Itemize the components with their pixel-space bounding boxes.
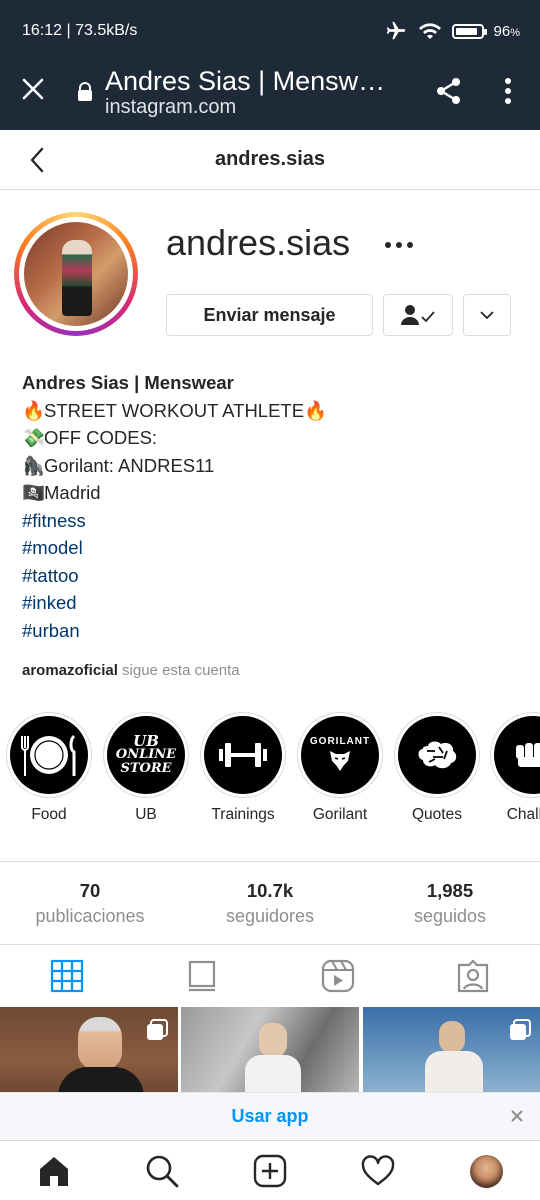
use-app-banner: Usar app [0, 1092, 540, 1140]
more-vertical-icon[interactable] [500, 76, 516, 106]
browser-page-title[interactable]: Andres Sias | Menswear (@andres.sias) • … [105, 66, 395, 97]
status-time: 16:12 | 73.5kB/s [22, 22, 138, 39]
highlight-item[interactable]: GORILANT Gorilant [297, 712, 383, 824]
pirate-flag-emoji-icon: 🏴‍☠️ [22, 482, 46, 503]
hashtag-link[interactable]: #model [22, 534, 522, 562]
dumbbell-icon [219, 743, 267, 767]
lock-icon [78, 82, 92, 101]
share-icon[interactable] [434, 76, 464, 106]
hashtag-link[interactable]: #inked [22, 589, 522, 617]
hashtag-link[interactable]: #tattoo [22, 562, 522, 590]
bio-line: 🏴‍☠️Madrid [22, 479, 522, 507]
bio-line: 🦍Gorilant: ANDRES11 [22, 452, 522, 480]
suggested-accounts-button[interactable] [463, 294, 511, 336]
highlight-label: Quotes [412, 806, 462, 823]
profile-avatar-story-ring[interactable] [14, 212, 138, 336]
profile-avatar [24, 222, 128, 326]
tagged-icon[interactable] [456, 959, 490, 993]
profile-stats: 70 publicaciones 10.7k seguidores 1,985 … [0, 861, 540, 945]
reels-icon[interactable] [321, 959, 355, 993]
status-bar: 16:12 | 73.5kB/s 96% [0, 0, 540, 62]
more-options-icon[interactable] [384, 236, 414, 254]
browser-url[interactable]: instagram.com [105, 96, 236, 119]
followed-by-note[interactable]: aromazoficial sigue esta cuenta [22, 662, 240, 679]
hashtag-link[interactable]: #urban [22, 617, 522, 645]
home-icon[interactable] [37, 1154, 71, 1188]
story-highlights: Food UB ONLINE STORE UB Trainings GORILA… [0, 712, 540, 842]
highlight-label: UB [135, 806, 157, 823]
profile-bio: Andres Sias | Menswear 🔥STREET WORKOUT A… [22, 369, 522, 644]
profile-header-bar: andres.sias [0, 130, 540, 190]
instagram-profile-page: 16:12 | 73.5kB/s 96% Andres Sias | Mensw… [0, 0, 540, 1200]
wifi-icon [418, 23, 441, 39]
profile-full-name: Andres Sias | Menswear [22, 372, 234, 393]
battery-percent: 96% [493, 22, 520, 40]
chevron-down-icon [480, 311, 494, 320]
close-icon[interactable] [510, 1109, 524, 1123]
person-check-icon [401, 305, 435, 325]
activity-heart-icon[interactable] [361, 1154, 395, 1188]
multiple-posts-icon [510, 1019, 531, 1040]
following-button[interactable] [383, 294, 453, 336]
highlight-item[interactable]: Trainings [200, 712, 286, 824]
battery-icon [451, 23, 487, 39]
highlight-item[interactable]: Food [6, 712, 92, 824]
grid-icon[interactable] [50, 959, 84, 993]
profile-tabs [0, 945, 540, 1007]
send-message-button[interactable]: Enviar mensaje [166, 294, 373, 336]
feed-icon[interactable] [185, 959, 219, 993]
post-thumbnail[interactable] [181, 1007, 359, 1095]
airplane-icon [386, 21, 405, 40]
posts-count: 70 publicaciones [35, 880, 145, 926]
gorilla-logo-icon: GORILANT [301, 716, 379, 794]
highlight-item[interactable]: UB ONLINE STORE UB [103, 712, 189, 824]
gorilla-emoji-icon: 🦍 [22, 454, 46, 476]
header-username: andres.sias [214, 148, 326, 170]
hashtag-link[interactable]: #fitness [22, 507, 522, 535]
battery-fill [455, 27, 477, 35]
followers-count[interactable]: 10.7k seguidores [180, 880, 360, 927]
posts-grid [0, 1007, 540, 1095]
plate-cutlery-icon [21, 734, 76, 776]
fire-emoji-icon: 🔥 [22, 399, 46, 421]
new-post-icon[interactable] [253, 1154, 287, 1188]
search-icon[interactable] [145, 1154, 179, 1188]
bio-line: 💸OFF CODES: [22, 424, 522, 452]
use-app-link[interactable]: Usar app [0, 1106, 540, 1127]
close-icon[interactable] [20, 76, 46, 102]
highlight-label: Challen [506, 806, 540, 823]
bio-line: 🔥STREET WORKOUT ATHLETE🔥 [22, 397, 522, 425]
following-count[interactable]: 1,985 seguidos [360, 880, 540, 927]
browser-toolbar: Andres Sias | Menswear (@andres.sias) • … [0, 62, 540, 130]
highlight-item[interactable]: Challen [490, 712, 540, 824]
brain-icon [418, 741, 457, 769]
profile-username: andres.sias [166, 222, 351, 263]
highlight-item[interactable]: Quotes [394, 712, 480, 824]
post-thumbnail[interactable] [0, 1007, 178, 1095]
highlight-label: Gorilant [312, 806, 368, 823]
highlight-label: Trainings [211, 806, 275, 823]
post-thumbnail[interactable] [363, 1007, 540, 1095]
status-icons: 96% [384, 20, 520, 42]
money-emoji-icon: 💸 [22, 427, 46, 448]
ub-logo-icon: UB ONLINE STORE [107, 716, 185, 794]
highlight-label: Food [31, 806, 67, 823]
multiple-posts-icon [147, 1019, 168, 1040]
bottom-navigation [0, 1140, 540, 1200]
fire-emoji-icon: 🔥 [304, 399, 328, 421]
profile-avatar[interactable] [470, 1155, 503, 1188]
fist-icon [516, 743, 540, 767]
